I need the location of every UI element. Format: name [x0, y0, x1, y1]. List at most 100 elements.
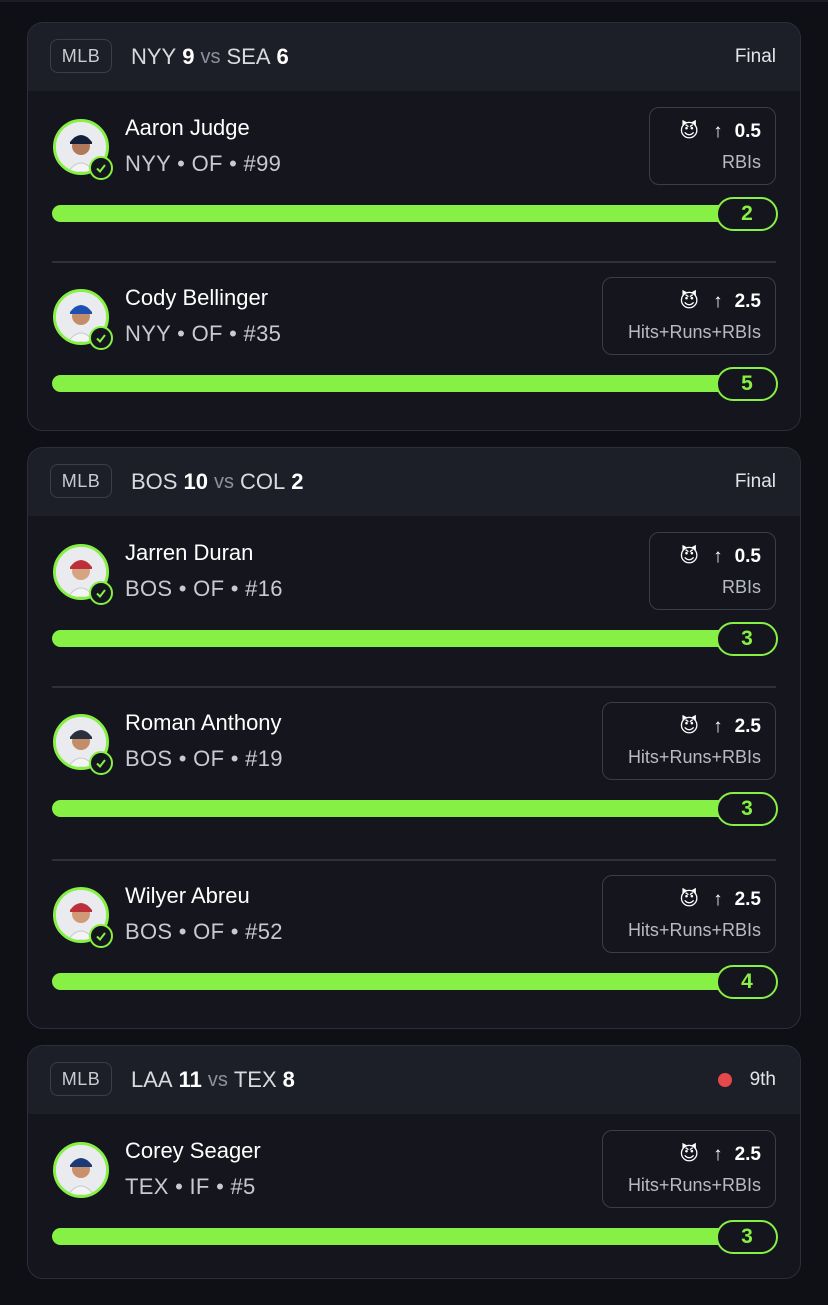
prop-line: 2.5: [734, 290, 761, 312]
player-avatar: [53, 1142, 109, 1198]
prop-line: 0.5: [734, 120, 761, 142]
status-label: 9th: [749, 1069, 776, 1090]
check-icon: [89, 924, 113, 948]
status-label: Final: [734, 471, 776, 492]
game-status: 9th: [717, 1046, 776, 1114]
league-badge: MLB: [50, 39, 112, 73]
player-row[interactable]: Roman Anthony BOS • OF • #19 😈 ↑ 2.5 Hits+…: [28, 686, 800, 860]
progress-bar: [52, 800, 742, 817]
league-badge: MLB: [50, 1062, 112, 1096]
away-team: NYY: [131, 44, 177, 69]
prop-stat: Hits+Runs+RBIs: [627, 920, 761, 940]
demon-icon: 😈: [679, 121, 700, 142]
prop-line: 2.5: [734, 715, 761, 737]
result-pill: 3: [716, 792, 778, 826]
prop-box[interactable]: 😈 ↑ 2.5 Hits+Runs+RBIs: [602, 277, 776, 355]
game-header[interactable]: MLB BOS 10 vs COL 2 Final: [28, 448, 800, 516]
check-icon: [89, 581, 113, 605]
prop-line: 2.5: [734, 888, 761, 910]
demon-icon: 😈: [679, 546, 700, 567]
matchup: BOS 10 vs COL 2: [131, 448, 303, 516]
player-name: Corey Seager: [125, 1138, 261, 1163]
status-label: Final: [734, 46, 776, 67]
game-status: Final: [735, 23, 776, 91]
away-score: 11: [178, 1067, 202, 1092]
row-divider: [52, 261, 776, 263]
away-score: 9: [182, 44, 195, 69]
player-row[interactable]: Corey Seager TEX • IF • #5 😈 ↑ 2.5 Hits+Ru…: [28, 1114, 800, 1278]
player-name: Aaron Judge: [125, 115, 250, 140]
result-pill: 3: [716, 622, 778, 656]
home-team: TEX: [233, 1067, 277, 1092]
vs-label: vs: [213, 470, 234, 493]
matchup: NYY 9 vs SEA 6: [131, 23, 289, 91]
game-card: MLB NYY 9 vs SEA 6 Final Aaron Judge NYY…: [27, 22, 801, 431]
player-row[interactable]: Wilyer Abreu BOS • OF • #52 😈 ↑ 2.5 Hits+R…: [28, 859, 800, 1028]
game-header[interactable]: MLB NYY 9 vs SEA 6 Final: [28, 23, 800, 91]
matchup: LAA 11 vs TEX 8: [131, 1046, 295, 1114]
player-meta: BOS • OF • #52: [125, 919, 283, 944]
progress-bar: [52, 205, 742, 222]
player-name: Jarren Duran: [125, 540, 254, 565]
prop-box[interactable]: 😈 ↑ 0.5 RBIs: [649, 107, 776, 185]
player-meta: BOS • OF • #19: [125, 746, 283, 771]
demon-icon: 😈: [679, 889, 700, 910]
prop-line: 2.5: [734, 1143, 761, 1165]
game-card: MLB BOS 10 vs COL 2 Final Jarren Duran B…: [27, 447, 801, 1029]
home-team: SEA: [226, 44, 271, 69]
player-name: Roman Anthony: [125, 710, 282, 735]
demon-icon: 😈: [679, 716, 700, 737]
result-pill: 4: [716, 965, 778, 999]
player-meta: NYY • OF • #35: [125, 321, 282, 346]
prop-box[interactable]: 😈 ↑ 0.5 RBIs: [649, 532, 776, 610]
player-name: Wilyer Abreu: [125, 883, 250, 908]
progress-bar: [52, 973, 742, 990]
away-team: LAA: [131, 1067, 173, 1092]
row-divider: [52, 686, 776, 688]
vs-label: vs: [200, 45, 221, 68]
player-meta: BOS • OF • #16: [125, 576, 283, 601]
check-icon: [89, 156, 113, 180]
progress-bar: [52, 1228, 742, 1245]
away-score: 10: [183, 469, 208, 494]
arrow-up-icon: ↑: [713, 290, 723, 312]
arrow-up-icon: ↑: [713, 545, 723, 567]
prop-stat: Hits+Runs+RBIs: [627, 747, 761, 767]
row-divider: [52, 859, 776, 861]
prop-box[interactable]: 😈 ↑ 2.5 Hits+Runs+RBIs: [602, 875, 776, 953]
vs-label: vs: [207, 1068, 228, 1091]
player-meta: NYY • OF • #99: [125, 151, 282, 176]
prop-stat: Hits+Runs+RBIs: [627, 322, 761, 342]
prop-line: 0.5: [734, 545, 761, 567]
home-score: 2: [291, 469, 304, 494]
player-name: Cody Bellinger: [125, 285, 269, 310]
player-meta: TEX • IF • #5: [125, 1174, 256, 1199]
game-status: Final: [735, 448, 776, 516]
prop-stat: Hits+Runs+RBIs: [627, 1175, 761, 1195]
prop-box[interactable]: 😈 ↑ 2.5 Hits+Runs+RBIs: [602, 1130, 776, 1208]
player-row[interactable]: Aaron Judge NYY • OF • #99 😈 ↑ 0.5 RBIs 2: [28, 91, 800, 265]
league-badge: MLB: [50, 464, 112, 498]
arrow-up-icon: ↑: [713, 888, 723, 910]
game-header[interactable]: MLB LAA 11 vs TEX 8 9th: [28, 1046, 800, 1114]
prop-stat: RBIs: [721, 577, 761, 597]
result-pill: 5: [716, 367, 778, 401]
check-icon: [89, 751, 113, 775]
prop-stat: RBIs: [721, 152, 761, 172]
arrow-up-icon: ↑: [713, 120, 723, 142]
demon-icon: 😈: [679, 1144, 700, 1165]
player-row[interactable]: Jarren Duran BOS • OF • #16 😈 ↑ 0.5 RBIs 3: [28, 516, 800, 690]
home-team: COL: [239, 469, 286, 494]
demon-icon: 😈: [679, 291, 700, 312]
check-icon: [89, 326, 113, 350]
live-dot-icon: [717, 1073, 732, 1087]
prop-box[interactable]: 😈 ↑ 2.5 Hits+Runs+RBIs: [602, 702, 776, 780]
arrow-up-icon: ↑: [713, 1143, 723, 1165]
arrow-up-icon: ↑: [713, 715, 723, 737]
progress-bar: [52, 375, 742, 392]
result-pill: 3: [716, 1220, 778, 1254]
player-row[interactable]: Cody Bellinger NYY • OF • #35 😈 ↑ 2.5 Hits…: [28, 261, 800, 430]
top-divider: [0, 0, 828, 2]
home-score: 8: [282, 1067, 295, 1092]
result-pill: 2: [716, 197, 778, 231]
